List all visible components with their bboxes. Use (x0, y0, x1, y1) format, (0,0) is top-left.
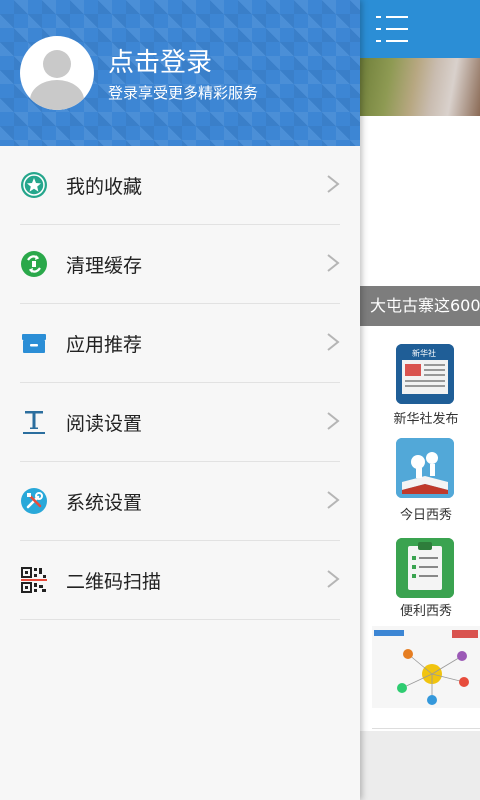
today-xixiu-book-icon (396, 438, 454, 498)
tools-icon (20, 487, 48, 515)
app-box-icon (20, 329, 48, 357)
text-t-icon (20, 408, 48, 436)
clean-cache-icon (20, 250, 48, 278)
menu-item-favorites[interactable]: 我的收藏 (0, 146, 360, 225)
app-item-today-xixiu[interactable]: 今日西秀 (360, 436, 480, 532)
app-grid: 新华社 新华社发布 今日西秀 便利西秀 (360, 326, 480, 731)
news-headline-bar[interactable]: 大屯古寨这600年 (360, 286, 480, 326)
menu-item-qr-scan[interactable]: 二维码扫描 (0, 541, 360, 620)
app-label: 新华社发布 (393, 412, 459, 427)
app-label: 便利西秀 (399, 604, 452, 619)
app-item-convenience-xixiu[interactable]: 便利西秀 (360, 536, 480, 632)
menu-item-system-settings[interactable]: 系统设置 (0, 462, 360, 541)
divider (372, 728, 480, 729)
drawer-header[interactable]: 点击登录 登录享受更多精彩服务 (0, 0, 360, 146)
main-topbar (360, 0, 480, 58)
avatar-body (30, 80, 84, 110)
banner-content-area (360, 116, 480, 286)
avatar-head (43, 50, 71, 78)
banner-image[interactable] (360, 58, 480, 116)
menu-item-label: 应用推荐 (66, 334, 143, 356)
menu-item-clear-cache[interactable]: 清理缓存 (0, 225, 360, 304)
favorite-star-icon (20, 171, 48, 199)
convenience-checklist-icon (396, 538, 454, 598)
chevron-right-icon (326, 174, 340, 194)
menu-hamburger-icon[interactable] (376, 16, 408, 42)
infographic-thumbnail[interactable] (372, 626, 480, 708)
menu-item-label: 二维码扫描 (66, 571, 162, 593)
app-label: 今日西秀 (399, 508, 452, 523)
svg-text:新华社: 新华社 (412, 348, 436, 358)
menu-item-label: 清理缓存 (66, 255, 143, 277)
chevron-right-icon (326, 332, 340, 352)
menu-item-label: 系统设置 (66, 492, 143, 514)
navigation-drawer: 点击登录 登录享受更多精彩服务 我的收藏 清理缓存 应用推荐 阅读设置 系统设置… (0, 0, 360, 800)
menu-item-label: 阅读设置 (66, 413, 143, 435)
main-panel: 大屯古寨这600年 新华社 新华社发布 (360, 0, 480, 800)
app-item-xinhua[interactable]: 新华社 新华社发布 (360, 340, 480, 436)
menu-item-app-recommendation[interactable]: 应用推荐 (0, 304, 360, 383)
qr-scan-icon (20, 566, 48, 594)
menu-item-label: 我的收藏 (66, 176, 143, 198)
avatar[interactable] (20, 36, 94, 110)
divider (20, 619, 340, 620)
login-title[interactable]: 点击登录 (108, 42, 212, 79)
xinhua-newspaper-icon: 新华社 (396, 344, 454, 404)
menu-item-reading-settings[interactable]: 阅读设置 (0, 383, 360, 462)
chevron-right-icon (326, 411, 340, 431)
login-subtitle: 登录享受更多精彩服务 (108, 84, 259, 102)
chevron-right-icon (326, 490, 340, 510)
chevron-right-icon (326, 569, 340, 589)
chevron-right-icon (326, 253, 340, 273)
